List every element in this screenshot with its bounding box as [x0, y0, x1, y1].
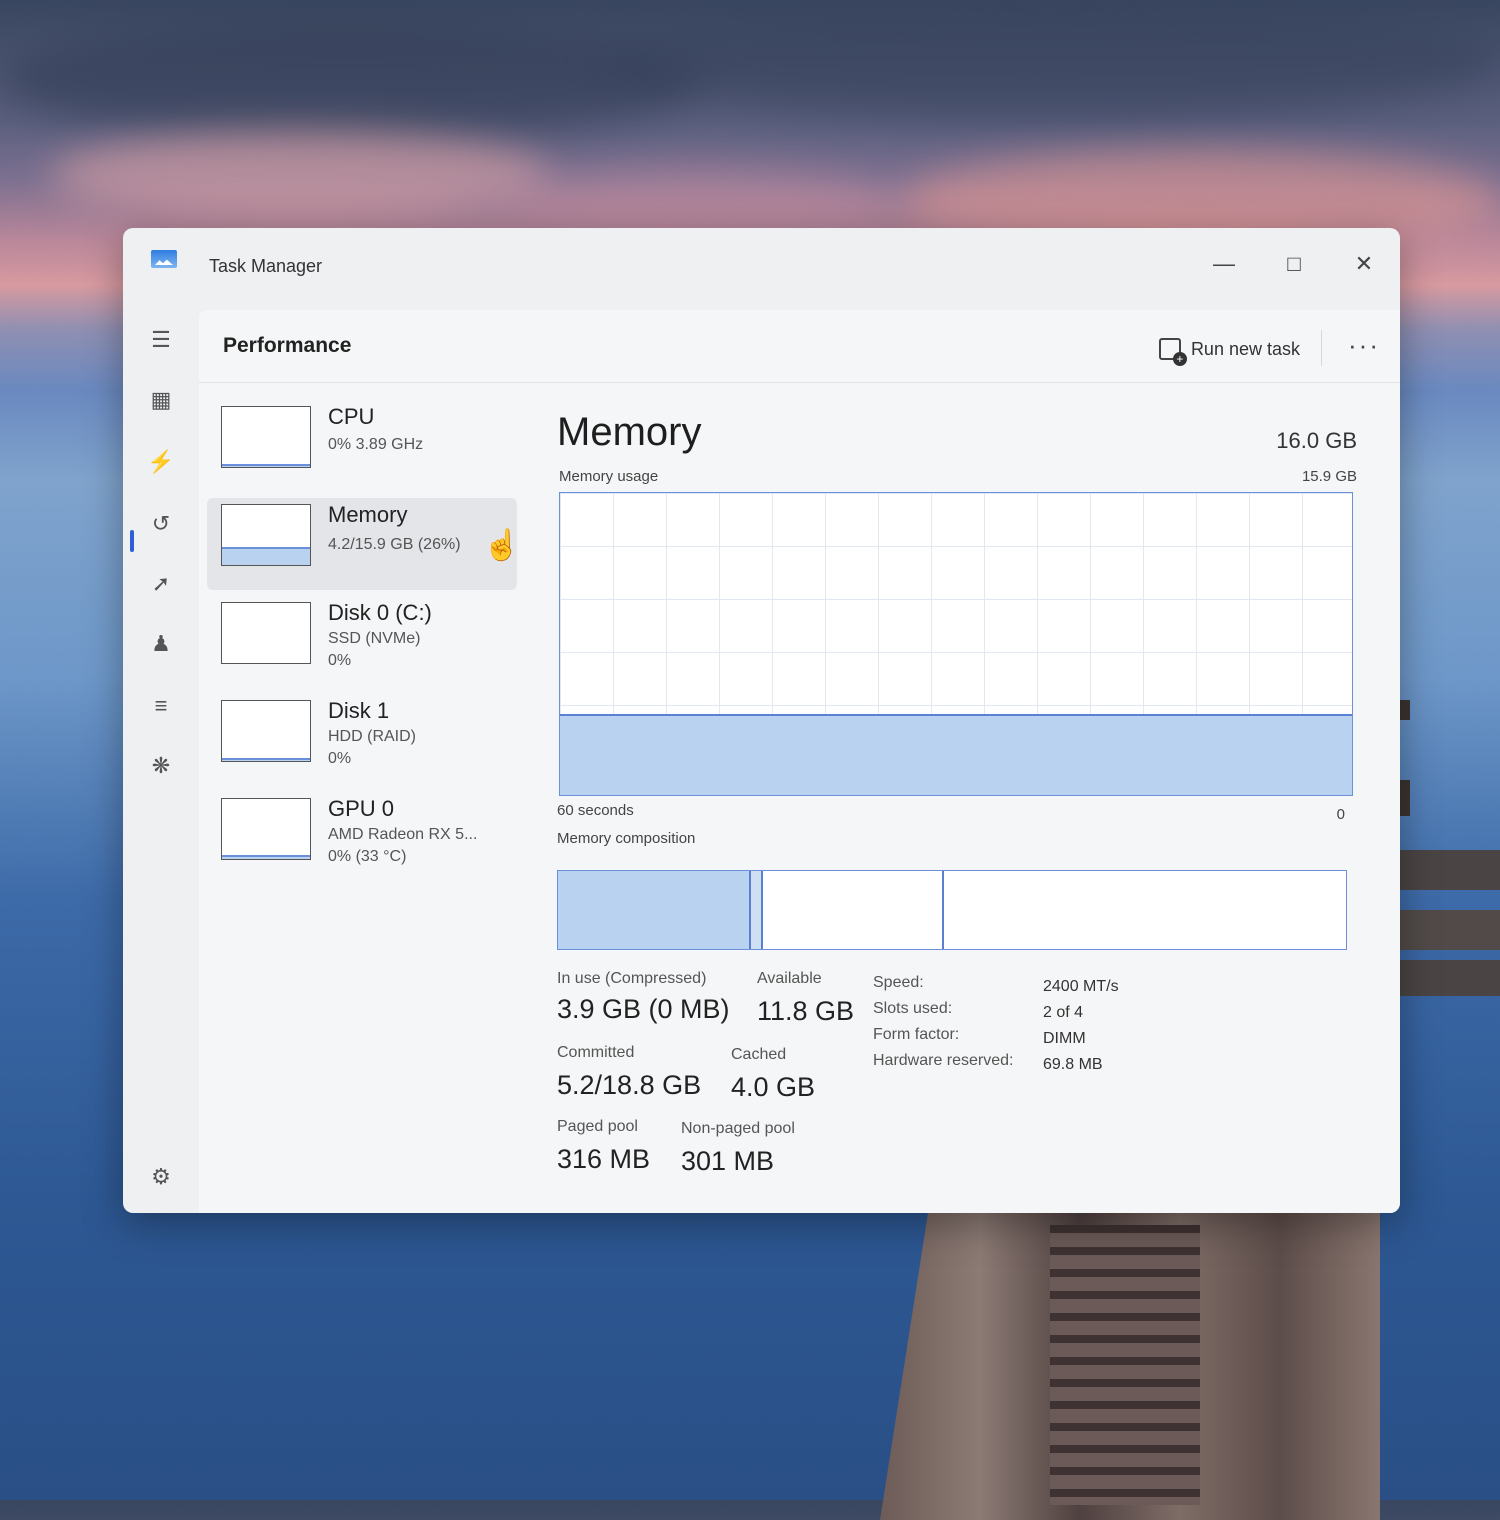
- task-manager-window: Task Manager — □ ✕ ☰ ▦ ⚡ ↺ ➚ ♟ ≡ ❋ ⚙ Per…: [123, 228, 1400, 1213]
- committed-value: 5.2/18.8 GB: [557, 1070, 702, 1100]
- pier-rail: [1385, 850, 1500, 890]
- hardware-reserved-value: 69.8 MB: [1043, 1056, 1103, 1073]
- device-detail: HDD (RAID): [328, 728, 416, 745]
- maximize-icon[interactable]: □: [1276, 246, 1312, 282]
- page-title: Performance: [223, 334, 352, 357]
- pier-slats: [1050, 1225, 1200, 1505]
- settings-gear-icon[interactable]: ⚙: [143, 1159, 179, 1195]
- memory-title: Memory: [557, 410, 702, 454]
- hardware-reserved-label: Hardware reserved:: [873, 1052, 1014, 1069]
- window-title: Task Manager: [209, 256, 323, 276]
- memory-total: 16.0 GB: [1276, 428, 1357, 453]
- memory-usage-label: Memory usage: [559, 468, 659, 485]
- pier-rail: [1385, 960, 1500, 996]
- device-list: CPU 0% 3.89 GHz Memory 4.2/15.9 GB (26%)…: [207, 400, 521, 890]
- time-axis-right: 0: [1336, 806, 1345, 823]
- cpu-thumbnail: [221, 406, 311, 468]
- memory-usage-graph: [559, 492, 1353, 796]
- speed-value: 2400 MT/s: [1043, 978, 1119, 995]
- cached-value: 4.0 GB: [731, 1072, 816, 1102]
- paged-pool-value: 316 MB: [557, 1144, 651, 1174]
- title-bar[interactable]: Task Manager — □ ✕: [123, 228, 1400, 308]
- in-use-value: 3.9 GB (0 MB): [557, 994, 730, 1024]
- run-task-icon: [1158, 338, 1187, 366]
- device-item-cpu[interactable]: CPU 0% 3.89 GHz: [207, 400, 517, 492]
- in-use-label: In use (Compressed): [557, 970, 707, 987]
- pier-rail: [1385, 910, 1500, 950]
- device-item-disk0[interactable]: Disk 0 (C:) SSD (NVMe) 0%: [207, 596, 517, 688]
- gpu0-thumb-fill: [222, 855, 310, 859]
- memory-thumb-fill: [222, 547, 310, 565]
- composition-free[interactable]: [944, 871, 1346, 949]
- performance-icon[interactable]: ⚡: [143, 444, 179, 480]
- cached-label: Cached: [731, 1046, 787, 1063]
- memory-usage-area: [560, 714, 1352, 795]
- device-detail: 0% 3.89 GHz: [328, 436, 424, 453]
- committed-label: Committed: [557, 1044, 635, 1061]
- gpu0-thumbnail: [221, 798, 311, 860]
- task-manager-icon: [151, 250, 177, 268]
- run-new-task-label: Run new task: [1190, 338, 1300, 359]
- device-detail: 4.2/15.9 GB (26%): [328, 536, 461, 553]
- more-options-button[interactable]: ···: [1348, 330, 1380, 361]
- non-paged-pool-value: 301 MB: [681, 1146, 775, 1176]
- device-name: CPU: [328, 404, 375, 429]
- nav-rail: ☰ ▦ ⚡ ↺ ➚ ♟ ≡ ❋ ⚙: [123, 308, 199, 1213]
- memory-thumbnail: [221, 504, 311, 566]
- device-name: GPU 0: [328, 796, 395, 821]
- device-name: Disk 0 (C:): [328, 600, 432, 625]
- header-separator: [1321, 330, 1322, 366]
- available-value: 11.8 GB: [757, 996, 855, 1026]
- processes-icon[interactable]: ▦: [143, 382, 179, 418]
- performance-content: Performance Run new task ··· CPU 0% 3.89…: [199, 310, 1400, 1213]
- form-factor-value: DIMM: [1043, 1030, 1086, 1047]
- app-history-icon[interactable]: ↺: [143, 506, 179, 542]
- device-detail-2: 0% (33 °C): [328, 848, 407, 865]
- slots-value: 2 of 4: [1043, 1004, 1084, 1021]
- composition-in-use[interactable]: [558, 871, 752, 949]
- composition-modified[interactable]: [751, 871, 763, 949]
- speed-label: Speed:: [873, 974, 924, 991]
- device-detail-2: 0%: [328, 750, 352, 767]
- time-axis-left: 60 seconds: [557, 802, 634, 819]
- disk0-thumbnail: [221, 602, 311, 664]
- paged-pool-label: Paged pool: [557, 1118, 638, 1135]
- startup-apps-icon[interactable]: ➚: [143, 566, 179, 602]
- device-name: Memory: [328, 502, 408, 527]
- memory-usage-max: 15.9 GB: [1301, 468, 1357, 485]
- available-label: Available: [757, 970, 822, 987]
- cpu-thumb-fill: [222, 463, 310, 467]
- users-icon[interactable]: ♟: [143, 626, 179, 662]
- close-icon[interactable]: ✕: [1346, 246, 1382, 282]
- device-item-disk1[interactable]: Disk 1 HDD (RAID) 0%: [207, 694, 517, 786]
- active-indicator: [130, 530, 134, 552]
- run-new-task-button[interactable]: Run new task: [1158, 332, 1300, 366]
- memory-composition-bar: [557, 870, 1347, 950]
- services-puzzle-icon[interactable]: ❋: [143, 748, 179, 784]
- page-header: Performance Run new task ···: [199, 310, 1400, 383]
- non-paged-pool-label: Non-paged pool: [681, 1120, 795, 1137]
- disk1-thumb-fill: [222, 757, 310, 761]
- details-list-icon[interactable]: ≡: [143, 688, 179, 724]
- memory-composition-label: Memory composition: [557, 830, 696, 847]
- slots-label: Slots used:: [873, 1000, 953, 1017]
- device-detail: SSD (NVMe): [328, 630, 421, 647]
- device-detail-2: 0%: [328, 652, 352, 669]
- disk1-thumbnail: [221, 700, 311, 762]
- device-detail: AMD Radeon RX 5...: [328, 826, 478, 843]
- hand-cursor-icon: ☝: [483, 529, 521, 562]
- composition-standby[interactable]: [763, 871, 945, 949]
- form-factor-label: Form factor:: [873, 1026, 960, 1043]
- minimize-icon[interactable]: —: [1206, 246, 1242, 282]
- device-name: Disk 1: [328, 698, 390, 723]
- device-item-memory[interactable]: Memory 4.2/15.9 GB (26%) ☝: [207, 498, 521, 590]
- hamburger-menu-icon[interactable]: ☰: [143, 322, 179, 358]
- device-item-gpu0[interactable]: GPU 0 AMD Radeon RX 5... 0% (33 °C): [207, 792, 517, 884]
